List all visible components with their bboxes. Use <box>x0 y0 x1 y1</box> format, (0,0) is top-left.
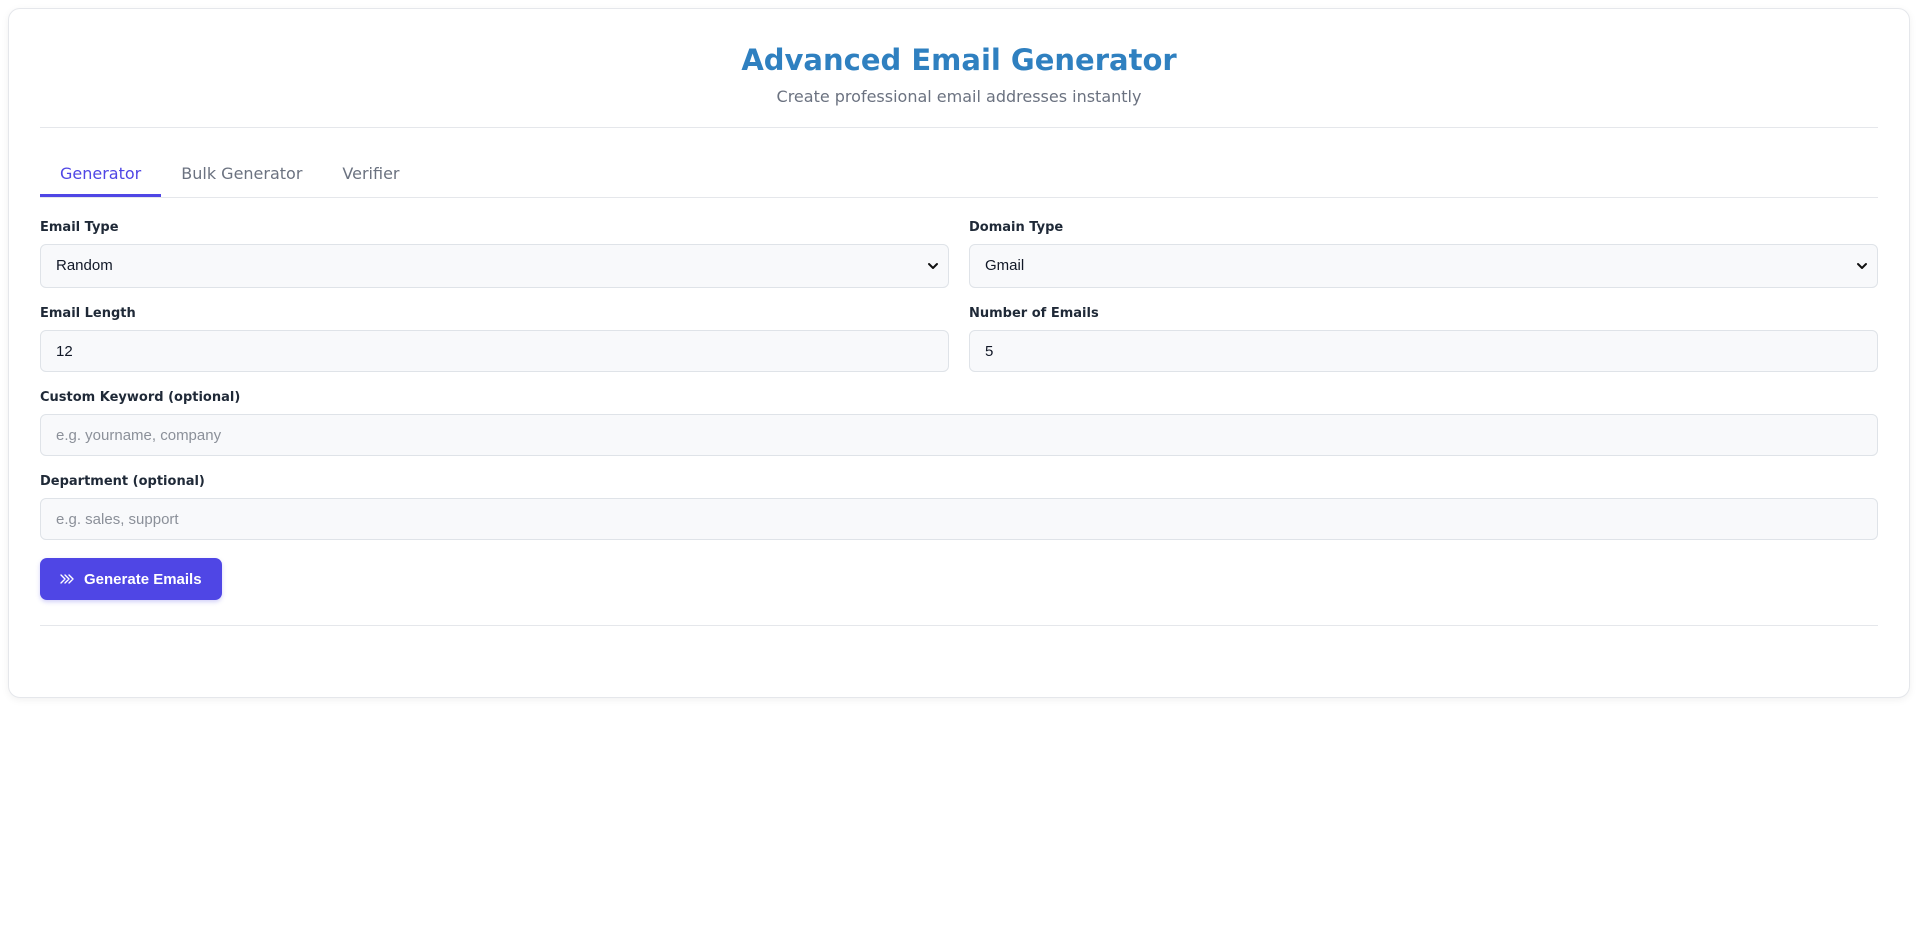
number-of-emails-label: Number of Emails <box>969 306 1099 321</box>
domain-type-label: Domain Type <box>969 220 1064 235</box>
generate-emails-label: Generate Emails <box>84 570 202 588</box>
department-label: Department (optional) <box>40 474 205 489</box>
page-title: Advanced Email Generator <box>741 43 1177 77</box>
generate-emails-button[interactable]: Generate Emails <box>40 558 222 600</box>
custom-keyword-field: Custom Keyword (optional) <box>40 390 1878 456</box>
double-chevron-right-icon <box>60 574 74 584</box>
number-of-emails-input[interactable] <box>969 330 1878 372</box>
header: Advanced Email Generator Create professi… <box>40 9 1878 128</box>
email-length-label: Email Length <box>40 306 136 321</box>
domain-type-select[interactable] <box>969 244 1878 288</box>
email-length-input[interactable] <box>40 330 949 372</box>
form-grid: Email Type Random Domain Type Gmail Emai… <box>40 220 1878 390</box>
department-field: Department (optional) <box>40 474 1878 540</box>
generator-card: Advanced Email Generator Create professi… <box>8 8 1910 698</box>
tab-verifier[interactable]: Verifier <box>322 154 419 197</box>
domain-type-select-wrap: Gmail <box>969 244 1878 288</box>
number-of-emails-field: Number of Emails <box>969 306 1878 372</box>
page-subtitle: Create professional email addresses inst… <box>776 87 1142 106</box>
email-length-field: Email Length <box>40 306 949 372</box>
custom-keyword-label: Custom Keyword (optional) <box>40 390 241 405</box>
custom-keyword-input[interactable] <box>40 414 1878 456</box>
tab-generator[interactable]: Generator <box>40 154 162 197</box>
email-type-label: Email Type <box>40 220 119 235</box>
bottom-divider <box>40 625 1878 626</box>
domain-type-field: Domain Type Gmail <box>969 220 1878 288</box>
email-type-select[interactable] <box>40 244 949 288</box>
email-type-select-wrap: Random <box>40 244 949 288</box>
department-input[interactable] <box>40 498 1878 540</box>
tab-bulk-generator[interactable]: Bulk Generator <box>161 154 322 197</box>
tab-bar: Generator Bulk Generator Verifier <box>40 154 1878 198</box>
email-type-field: Email Type Random <box>40 220 949 288</box>
